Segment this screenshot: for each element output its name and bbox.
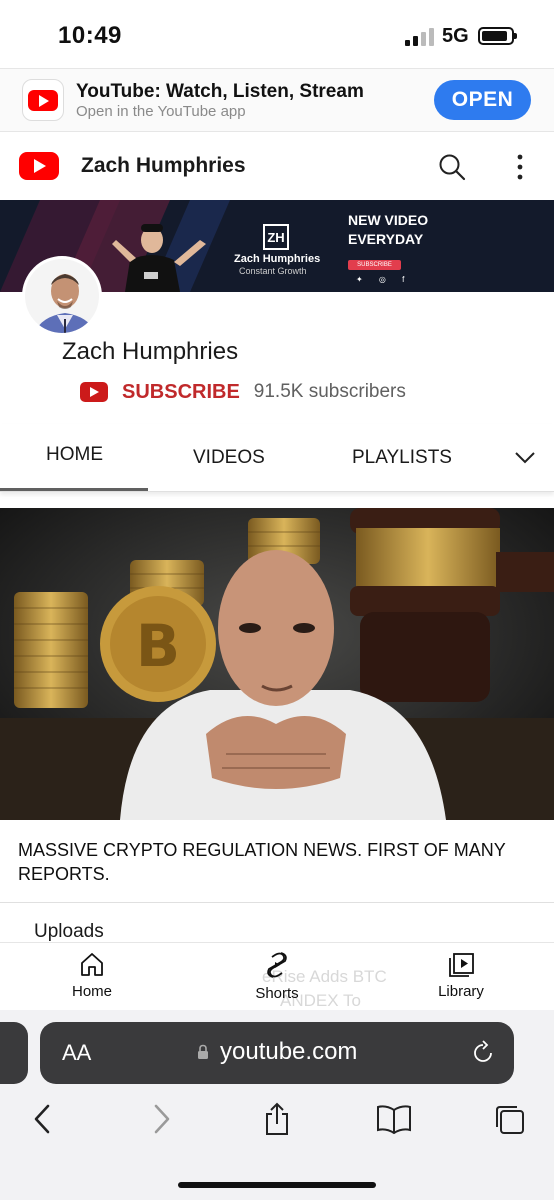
signal-strength-icon [405, 28, 435, 46]
home-indicator [178, 1182, 376, 1188]
featured-video-title[interactable]: MASSIVE CRYPTO REGULATION NEWS. FIRST OF… [18, 838, 538, 886]
youtube-app-icon[interactable] [22, 79, 64, 121]
open-app-button[interactable]: OPEN [434, 80, 531, 120]
text-size-button[interactable]: AA [62, 1040, 91, 1066]
more-vertical-icon[interactable] [510, 152, 530, 182]
url-display[interactable]: youtube.com [220, 1038, 357, 1066]
library-icon [449, 953, 474, 977]
previous-tab-preview[interactable] [0, 1022, 28, 1084]
bottom-navigation: eRise Adds BTC ANDEX To Home Shorts Libr… [0, 942, 554, 1010]
status-time: 10:49 [58, 22, 122, 49]
nav-library[interactable]: Library [416, 951, 506, 1000]
banner-tagline: Constant Growth [239, 266, 307, 276]
tab-videos[interactable]: VIDEOS [193, 447, 265, 469]
page-title: Zach Humphries [81, 154, 246, 177]
divider [0, 902, 554, 903]
avatar-image [25, 259, 99, 333]
nav-shorts[interactable]: Shorts [232, 951, 322, 1002]
featured-video-thumbnail[interactable]: B [0, 508, 554, 820]
subscriber-count: 91.5K subscribers [253, 381, 406, 402]
svg-text:B: B [136, 612, 180, 680]
subscribe-button[interactable]: SUBSCRIBE [122, 381, 240, 404]
app-banner-title: YouTube: Watch, Listen, Stream [76, 81, 364, 102]
shorts-icon [267, 952, 287, 978]
active-tab-indicator [0, 488, 148, 491]
nav-shorts-label: Shorts [255, 985, 299, 1002]
youtube-logo-icon [28, 89, 58, 111]
nav-home[interactable]: Home [47, 951, 137, 1000]
reload-icon[interactable] [470, 1040, 496, 1066]
search-icon[interactable] [438, 153, 466, 181]
tabs-icon[interactable] [494, 1102, 526, 1136]
nav-library-label: Library [438, 983, 484, 1000]
avatar[interactable] [22, 256, 102, 336]
tab-home[interactable]: HOME [46, 444, 103, 466]
channel-name: Zach Humphries [62, 338, 239, 365]
nav-home-label: Home [71, 983, 112, 1000]
home-icon [81, 953, 103, 976]
app-banner-subtitle: Open in the YouTube app [76, 103, 246, 120]
youtube-logo-icon[interactable] [80, 382, 108, 402]
banner-headline: EVERYDAY [348, 231, 424, 247]
status-bar: 10:49 5G [0, 0, 554, 68]
page-header: Zach Humphries [0, 132, 554, 200]
battery-level [482, 31, 508, 41]
uploads-section-heading[interactable]: Uploads [34, 921, 104, 943]
network-type: 5G [442, 25, 469, 47]
chevron-down-icon[interactable] [514, 448, 536, 466]
address-bar[interactable]: AA youtube.com [40, 1022, 514, 1084]
share-icon[interactable] [262, 1102, 292, 1136]
bookmarks-icon[interactable] [376, 1102, 412, 1136]
video-thumbnail-image: B [0, 508, 554, 820]
forward-icon[interactable] [146, 1102, 176, 1136]
banner-headline: NEW VIDEO [348, 212, 429, 228]
app-install-banner: YouTube: Watch, Listen, Stream Open in t… [0, 68, 554, 132]
browser-toolbar: AA youtube.com [0, 1010, 554, 1200]
battery-icon [478, 27, 517, 45]
tab-playlists[interactable]: PLAYLISTS [352, 447, 452, 469]
channel-tabs: HOME VIDEOS PLAYLISTS [0, 424, 554, 492]
banner-logo-mark: ZH [263, 224, 289, 250]
subscribe-row: SUBSCRIBE 91.5K subscribers [80, 378, 406, 406]
back-icon[interactable] [28, 1102, 58, 1136]
banner-subscribe-graphic: SUBSCRIBE [348, 260, 401, 270]
youtube-logo-icon[interactable] [19, 152, 59, 180]
banner-channel-name: Zach Humphries [234, 253, 321, 265]
lock-icon [198, 1044, 208, 1059]
banner-social-icons: ✦ ◎ f [356, 275, 412, 284]
